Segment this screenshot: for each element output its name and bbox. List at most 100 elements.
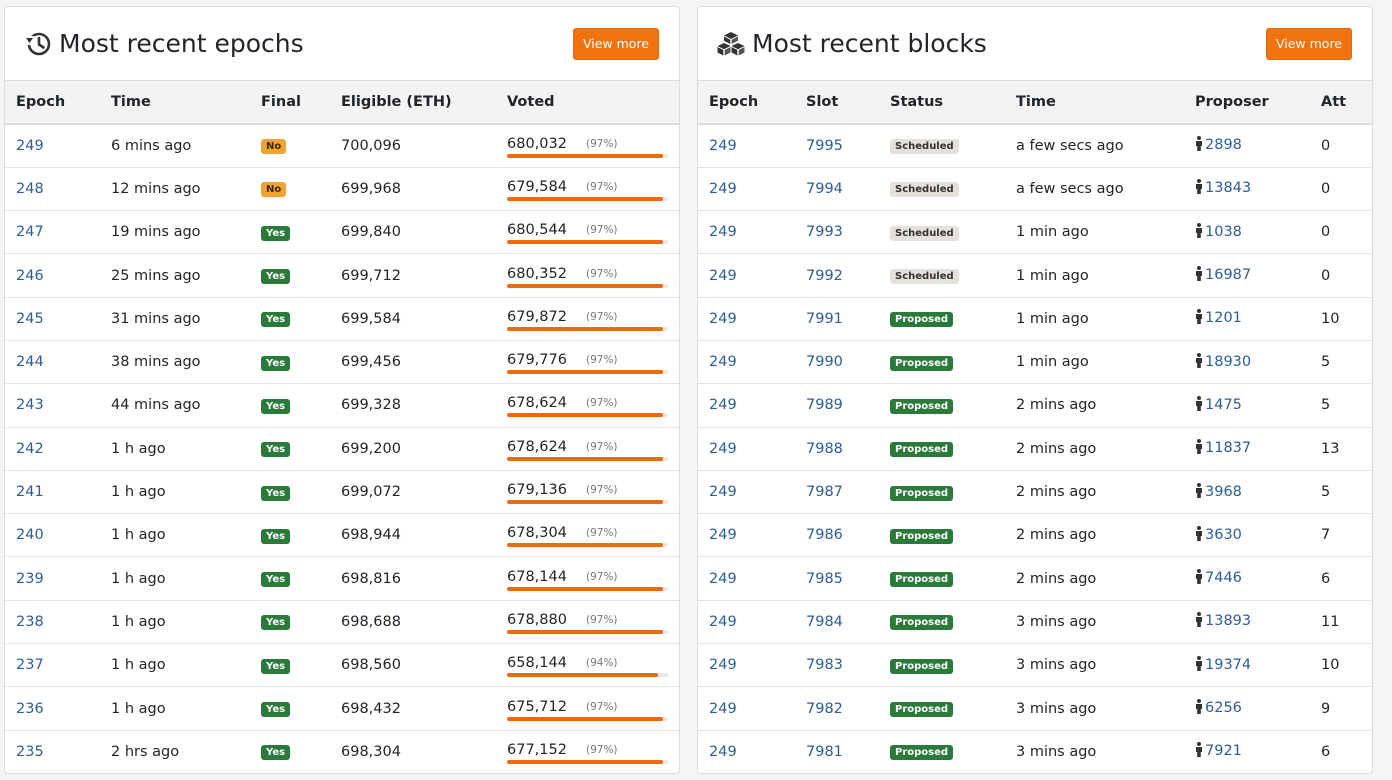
status-badge: Proposed	[890, 485, 954, 501]
time-cell: 38 mins ago	[100, 340, 250, 385]
slot-cell: 7993	[795, 210, 879, 255]
slot-link[interactable]: 7983	[806, 657, 843, 673]
epoch-link[interactable]: 249	[709, 138, 737, 154]
epoch-link[interactable]: 249	[709, 614, 737, 630]
proposer-link[interactable]: 16987	[1205, 267, 1251, 283]
epoch-link[interactable]: 245	[16, 311, 44, 327]
slot-link[interactable]: 7988	[806, 441, 843, 457]
slot-link[interactable]: 7982	[806, 701, 843, 717]
time-cell: 31 mins ago	[100, 297, 250, 341]
epoch-link[interactable]: 247	[16, 224, 44, 240]
proposer-link[interactable]: 1475	[1205, 397, 1242, 413]
proposer-link[interactable]: 1201	[1205, 310, 1242, 326]
proposer-cell: 2898	[1184, 124, 1310, 168]
slot-link[interactable]: 7994	[806, 181, 843, 197]
proposer-cell: 1475	[1184, 383, 1310, 428]
epoch-link[interactable]: 241	[16, 484, 44, 500]
epoch-link[interactable]: 249	[709, 224, 737, 240]
col-proposer[interactable]: Proposer	[1184, 81, 1310, 125]
epoch-link[interactable]: 249	[709, 527, 737, 543]
col-voted[interactable]: Voted	[496, 81, 679, 125]
slot-link[interactable]: 7995	[806, 138, 843, 154]
epoch-link[interactable]: 244	[16, 354, 44, 370]
proposer-link[interactable]: 13893	[1205, 613, 1251, 629]
proposer-link[interactable]: 1038	[1205, 224, 1242, 240]
col-time[interactable]: Time	[1005, 81, 1184, 125]
epoch-link[interactable]: 246	[16, 268, 44, 284]
proposer-link[interactable]: 11837	[1205, 440, 1251, 456]
epoch-link[interactable]: 249	[709, 311, 737, 327]
slot-link[interactable]: 7990	[806, 354, 843, 370]
slot-link[interactable]: 7987	[806, 484, 843, 500]
table-row: 236 1 h ago Yes 698,432 675,712 (97%)	[5, 686, 679, 731]
slot-link[interactable]: 7984	[806, 614, 843, 630]
epoch-link[interactable]: 249	[709, 268, 737, 284]
col-att[interactable]: Att	[1310, 81, 1372, 125]
epoch-link[interactable]: 249	[709, 701, 737, 717]
epochs-card: Most recent epochs View more Epoch Time …	[4, 6, 680, 774]
epoch-link[interactable]: 249	[709, 441, 737, 457]
final-badge: Yes	[261, 398, 291, 414]
slot-cell: 7995	[795, 124, 879, 168]
epoch-link[interactable]: 237	[16, 657, 44, 673]
epoch-link[interactable]: 235	[16, 744, 44, 760]
epoch-link[interactable]: 249	[709, 744, 737, 760]
status-cell: Scheduled	[879, 210, 1005, 255]
epoch-link[interactable]: 236	[16, 701, 44, 717]
epoch-link[interactable]: 242	[16, 441, 44, 457]
epoch-link[interactable]: 249	[709, 181, 737, 197]
slot-link[interactable]: 7985	[806, 571, 843, 587]
slot-link[interactable]: 7992	[806, 268, 843, 284]
epoch-link[interactable]: 249	[709, 397, 737, 413]
col-eligible[interactable]: Eligible (ETH)	[330, 81, 496, 125]
slot-link[interactable]: 7989	[806, 397, 843, 413]
final-cell: Yes	[250, 730, 330, 773]
proposer-link[interactable]: 13843	[1205, 180, 1251, 196]
att-cell: 6	[1310, 556, 1372, 601]
status-cell: Proposed	[879, 340, 1005, 385]
epoch-link[interactable]: 238	[16, 614, 44, 630]
col-time[interactable]: Time	[100, 81, 250, 125]
epoch-link[interactable]: 249	[709, 657, 737, 673]
epochs-view-more-button[interactable]: View more	[572, 28, 659, 60]
voted-value: 679,872	[507, 308, 567, 325]
blocks-view-more-button[interactable]: View more	[1265, 28, 1352, 60]
slot-link[interactable]: 7986	[806, 527, 843, 543]
epoch-link[interactable]: 249	[709, 484, 737, 500]
col-slot[interactable]: Slot	[795, 81, 879, 125]
voted-value: 680,352	[507, 265, 567, 282]
proposer-link[interactable]: 7446	[1205, 570, 1242, 586]
proposer-link[interactable]: 3630	[1205, 527, 1242, 543]
col-epoch[interactable]: Epoch	[5, 81, 100, 125]
epoch-link[interactable]: 240	[16, 527, 44, 543]
time-cell: 44 mins ago	[100, 383, 250, 428]
slot-link[interactable]: 7991	[806, 311, 843, 327]
epoch-link[interactable]: 249	[16, 138, 44, 154]
person-icon	[1195, 612, 1203, 631]
slot-link[interactable]: 7993	[806, 224, 843, 240]
voted-progress: 680,352 (97%)	[507, 264, 668, 288]
proposer-link[interactable]: 2898	[1205, 137, 1242, 153]
progress-bar-track	[507, 543, 668, 548]
proposer-cell: 18930	[1184, 340, 1310, 385]
proposer-link[interactable]: 7921	[1205, 743, 1242, 759]
proposer-link[interactable]: 18930	[1205, 354, 1251, 370]
epoch-link[interactable]: 249	[709, 354, 737, 370]
epoch-link[interactable]: 249	[709, 571, 737, 587]
proposer-link[interactable]: 6256	[1205, 700, 1242, 716]
col-status[interactable]: Status	[879, 81, 1005, 125]
epoch-link[interactable]: 248	[16, 181, 44, 197]
col-final[interactable]: Final	[250, 81, 330, 125]
slot-link[interactable]: 7981	[806, 744, 843, 760]
voted-progress: 658,144 (94%)	[507, 653, 668, 678]
col-epoch[interactable]: Epoch	[698, 81, 795, 125]
slot-cell: 7986	[795, 513, 879, 558]
proposer-link[interactable]: 19374	[1205, 657, 1251, 673]
time-cell: 2 mins ago	[1005, 556, 1184, 601]
proposer-link[interactable]: 3968	[1205, 484, 1242, 500]
epoch-link[interactable]: 239	[16, 571, 44, 587]
progress-bar-track	[507, 586, 668, 591]
progress-bar-fill	[507, 370, 664, 375]
person-icon	[1195, 482, 1203, 502]
epoch-link[interactable]: 243	[16, 397, 44, 413]
